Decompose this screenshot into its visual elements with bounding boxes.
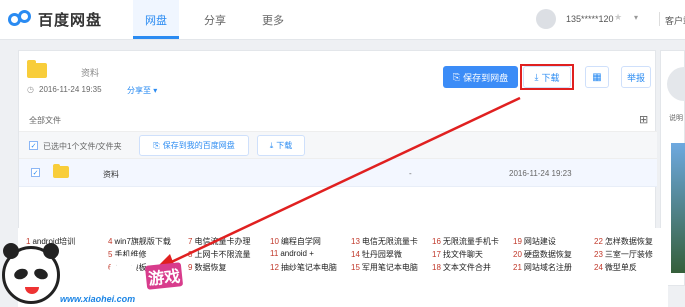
ad-keyword-number: 12 — [270, 263, 279, 272]
ad-keyword-number: 15 — [351, 263, 360, 272]
ad-keyword-text: 怎样数据恢复 — [604, 237, 653, 246]
ad-keyword-text: 无限流量手机卡 — [442, 237, 499, 246]
ad-keyword-text: 网站域名注册 — [523, 263, 572, 272]
ad-keyword-text: 文本文件合并 — [442, 263, 491, 272]
file-size: - — [409, 169, 412, 178]
table-row[interactable]: ✓ 资料 - 2016-11-24 19:23 — [19, 159, 657, 187]
ad-keyword-link[interactable]: 14 牡丹园翠微 — [351, 249, 402, 260]
folder-icon — [27, 60, 47, 78]
top-nav-bar: 百度网盘 网盘 分享 更多 135*****120 ★ ▾ 客户端 — [0, 0, 685, 40]
select-all-checkbox[interactable]: ✓ — [29, 141, 38, 150]
brand-name: 百度网盘 — [38, 11, 103, 29]
ad-keyword-number: 20 — [513, 250, 522, 259]
qr-code-icon: ▦ — [592, 71, 602, 83]
ad-keyword-number: 13 — [351, 237, 360, 246]
ad-keyword-link[interactable]: 15 军用笔记本电脑 — [351, 262, 418, 273]
toolbar-download-label: 下载 — [276, 141, 293, 150]
download-icon: ⤓ — [269, 140, 274, 150]
row-checkbox[interactable]: ✓ — [31, 168, 40, 177]
ad-keyword-number: 11 — [270, 249, 279, 258]
tab-active-underline — [133, 36, 179, 39]
panda-mascot-icon — [2, 243, 60, 304]
file-name[interactable]: 资料 — [103, 169, 119, 180]
folder-icon — [53, 164, 69, 178]
watermark-badge: 游戏 — [144, 262, 184, 290]
side-description: 说明 — [669, 115, 683, 122]
save-label: 保存到网盘 — [463, 72, 509, 83]
save-to-my-netdisk-button[interactable]: ⎘ 保存到我的百度网盘 — [139, 135, 249, 156]
qr-code-button[interactable]: ▦ — [585, 66, 609, 88]
ad-keyword-link[interactable]: 17 找文件聊天 — [432, 249, 483, 260]
ad-keyword-link[interactable]: 10 编程自学网 — [270, 236, 321, 247]
tab-share[interactable]: 分享 — [204, 12, 226, 28]
ad-keyword-text: 抽纱笔记本电脑 — [280, 263, 337, 272]
save-to-netdisk-button[interactable]: ⎘ 保存到网盘 — [443, 66, 518, 88]
save-icon: ⎘ — [452, 71, 461, 82]
ad-keyword-number: 22 — [594, 237, 603, 246]
ad-keyword-text: 电信流量卡办理 — [194, 237, 251, 246]
ad-keyword-link[interactable]: 24 微型单反 — [594, 262, 637, 273]
avatar[interactable] — [536, 9, 556, 29]
watermark-url: www.xiaohei.com — [58, 294, 138, 304]
ad-keyword-link[interactable]: 22 怎样数据恢复 — [594, 236, 653, 247]
toolbar-download-button[interactable]: ⤓ 下载 — [257, 135, 305, 156]
grid-view-icon[interactable]: ⊞ — [639, 113, 648, 126]
ad-keyword-number: 21 — [513, 263, 522, 272]
ad-keyword-number: 17 — [432, 250, 441, 259]
ad-keyword-text: 硬盘数据恢复 — [523, 250, 572, 259]
username[interactable]: 135*****120 — [566, 14, 614, 24]
ad-keyword-link[interactable]: 19 网站建设 — [513, 236, 556, 247]
client-download-link[interactable]: 客户端 — [665, 14, 685, 27]
ad-keyword-link[interactable]: 13 电信无限流量卡 — [351, 236, 418, 247]
ad-keyword-link[interactable]: 20 硬盘数据恢复 — [513, 249, 572, 260]
clock-icon: ◷ — [27, 85, 34, 94]
ad-keyword-link[interactable]: 16 无限流量手机卡 — [432, 236, 499, 247]
breadcrumb[interactable]: 全部文件 — [29, 115, 61, 126]
ad-keyword-number: 24 — [594, 263, 603, 272]
tab-netdisk[interactable]: 网盘 — [145, 12, 167, 28]
ad-keyword-number: 10 — [270, 237, 279, 246]
save-mine-label: 保存到我的百度网盘 — [162, 141, 235, 150]
watermark-title: 小黑 — [65, 254, 138, 294]
brand-logo[interactable]: 百度网盘 — [8, 8, 102, 30]
selection-toolbar: ✓ 已选中1个文件/文件夹 ⎘ 保存到我的百度网盘 ⤓ 下载 — [19, 131, 657, 159]
ad-keyword-text: 找文件聊天 — [442, 250, 483, 259]
ad-keyword-link[interactable]: 21 网站域名注册 — [513, 262, 572, 273]
ad-keyword-number: 18 — [432, 263, 441, 272]
share-title: 资料 — [81, 68, 100, 78]
save-icon: ⎘ — [153, 140, 160, 150]
watermark-logo: 小黑 游戏 www.xiaohei.com — [0, 238, 200, 307]
ad-keyword-text: 网站建设 — [523, 237, 556, 246]
side-avatar — [667, 67, 685, 101]
side-ad-image[interactable] — [671, 143, 685, 273]
ad-keyword-number: 23 — [594, 250, 603, 259]
ad-keyword-link[interactable]: 23 三室一厅装修 — [594, 249, 653, 260]
ad-keyword-text: 微型单反 — [604, 263, 637, 272]
cloud-logo-icon — [8, 8, 34, 30]
ad-keyword-text: 三室一厅装修 — [604, 250, 653, 259]
ad-keyword-number: 14 — [351, 250, 360, 259]
ad-keyword-text: 军用笔记本电脑 — [361, 263, 418, 272]
ad-keyword-link[interactable]: 12 抽纱笔记本电脑 — [270, 262, 337, 273]
share-to-label: 分享至 — [127, 86, 151, 95]
share-to-link[interactable]: 分享至 ▾ — [127, 85, 157, 96]
selection-count: 已选中1个文件/文件夹 — [43, 142, 122, 151]
ad-keyword-number: 19 — [513, 237, 522, 246]
ad-keyword-number: 16 — [432, 237, 441, 246]
ad-keyword-text: 上网卡不限流量 — [194, 250, 251, 259]
vip-badge-icon[interactable]: ★ — [614, 12, 622, 23]
ad-keyword-link[interactable]: 11 android + — [270, 249, 314, 258]
ad-keyword-link[interactable]: 18 文本文件合并 — [432, 262, 491, 273]
tab-more[interactable]: 更多 — [262, 12, 284, 28]
divider — [659, 12, 660, 26]
report-button[interactable]: 举报 — [621, 66, 651, 88]
file-date: 2016-11-24 19:23 — [509, 169, 572, 178]
ad-keyword-text: android + — [280, 249, 314, 258]
ad-keyword-text: 牡丹园翠微 — [361, 250, 402, 259]
ad-keyword-text: 电信无限流量卡 — [361, 237, 418, 246]
chevron-down-icon[interactable]: ▾ — [634, 13, 638, 22]
red-highlight-box — [520, 64, 574, 90]
ad-keyword-text: 编程自学网 — [280, 237, 321, 246]
share-date: 2016-11-24 19:35 — [39, 85, 102, 94]
